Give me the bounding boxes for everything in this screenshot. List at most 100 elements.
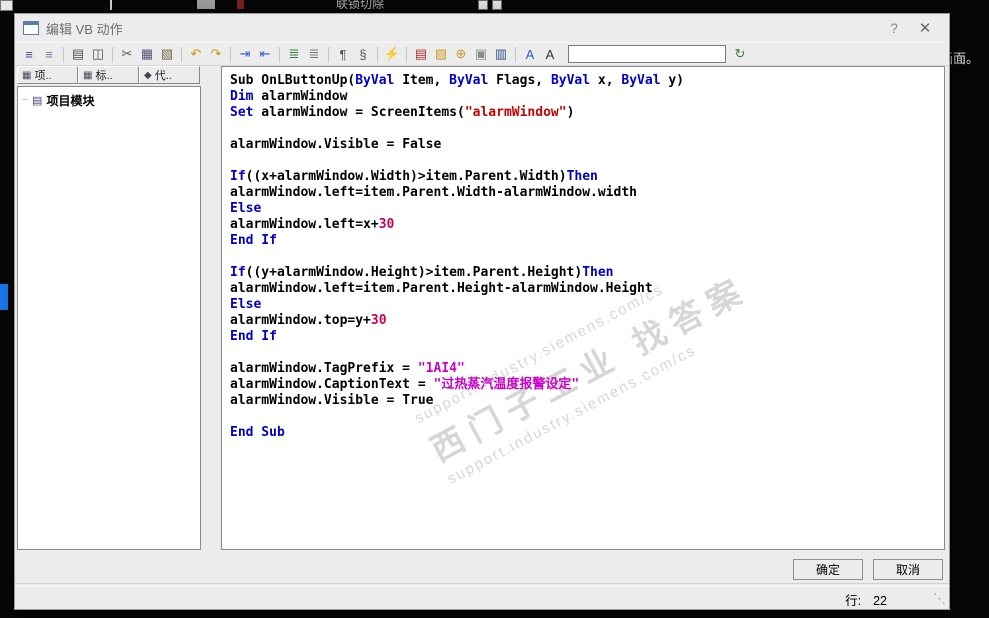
code-line: If((x+alarmWindow.Width)>item.Parent.Wid… [230,169,944,185]
text-wave-blue-icon[interactable]: A [521,45,539,63]
syntax-check-icon[interactable]: ⚡ [383,45,401,63]
library-book-icon[interactable]: ▥ [492,45,510,63]
left-tab-1[interactable]: ▦ 标.. [78,66,139,84]
resize-grip[interactable]: ⋱ [933,591,946,607]
text-wave-icon[interactable]: A [541,45,559,63]
status-separator [15,583,949,587]
format-list-icon[interactable]: ≡ [20,45,38,63]
code-token: ((x+alarmWindow.Width)>item.Parent.Width… [245,169,567,184]
module-icon: ▤ [32,95,43,107]
folder-icon[interactable]: ▨ [432,45,450,63]
code-token: ) [566,105,575,120]
code-token: x, [590,73,622,88]
code-token: alarmWindow [253,89,348,104]
title-bar[interactable]: 编辑 VB 动作 ? ✕ [15,14,949,42]
code-token: ByVal [449,73,489,88]
redo-icon[interactable]: ↷ [207,45,225,63]
ok-button[interactable]: 确定 [793,559,863,580]
toolbar-icons: ≡ ≡ ▤ ◫ ✂ ▦ ▧ ↶ ↷ ⇥ ⇤ ≣ ≣ ¶ § ⚡ ▤ ▨ ⊕ ▣ ▥ A A [19,45,560,63]
special-chars-icon[interactable]: § [354,45,372,63]
code-line: Else [230,297,944,313]
code-token: Then [566,169,598,184]
code-token: Set [230,105,254,120]
background-fragment-box [197,0,215,9]
toolbar: ≡ ≡ ▤ ◫ ✂ ▦ ▧ ↶ ↷ ⇥ ⇤ ≣ ≣ ¶ § ⚡ ▤ ▨ ⊕ ▣ ▥ A A ↻ [15,42,949,66]
code-line: alarmWindow.CaptionText = "过热蒸汽温度报警设定" [230,377,944,393]
code-token: alarmWindow.Visible = [230,393,403,408]
code-area[interactable]: Sub OnLButtonUp(ByVal Item, ByVal Flags,… [222,67,944,441]
code-editor[interactable]: support.industry.siemens.com/cs 西门子工业 找答… [221,66,945,550]
code-line: alarmWindow.TagPrefix = "1AI4" [230,361,944,377]
code-token: 30 [378,217,395,232]
tree-item-label: 项目模块 [46,94,95,108]
toolbar-separator [181,46,182,62]
paste-icon[interactable]: ▧ [158,45,176,63]
tree-item-project-modules[interactable]: ┈ ▤ 项目模块 [18,87,200,109]
snapshot-icon[interactable]: ▣ [472,45,490,63]
code-line: Else [230,201,944,217]
code-token: Then [582,265,614,280]
status-line-value: 22 [873,594,887,608]
indent-increase-icon[interactable]: ⇥ [236,45,254,63]
refresh-clock-icon[interactable]: ↻ [731,45,749,63]
toolbar-separator [230,46,231,62]
code-line: alarmWindow.left=item.Parent.Height-alar… [230,281,944,297]
cut-icon[interactable]: ✂ [118,45,136,63]
comment-block-icon[interactable]: ≣ [285,45,303,63]
code-token: If [230,265,246,280]
code-token: If [230,169,246,184]
background-window-icon [0,0,13,11]
code-token: alarmWindow.CaptionText = [230,377,434,392]
help-button[interactable]: ? [879,20,909,36]
close-button[interactable]: ✕ [909,19,941,37]
code-token: End If [230,329,277,344]
undo-icon[interactable]: ↶ [187,45,205,63]
toolbar-trailing-icon-slot: ↻ [730,45,750,63]
code-line: alarmWindow.Visible = False [230,137,944,153]
copy-icon[interactable]: ▦ [138,45,156,63]
format-list-colored-icon[interactable]: ≡ [40,45,58,63]
background-blue-strip [0,284,8,310]
uncomment-block-icon[interactable]: ≣ [305,45,323,63]
cancel-button[interactable]: 取消 [873,559,943,580]
status-line-indicator: 行: 22 [845,590,887,609]
code-token: Dim [230,89,254,104]
left-tab-icon: ▦ [22,69,32,81]
code-line: alarmWindow.Visible = True [230,393,944,409]
code-token: True [402,393,434,408]
toolbar-separator [328,46,329,62]
project-tree-panel[interactable]: ┈ ▤ 项目模块 [17,86,201,550]
left-tab-2[interactable]: ◆ 代.. [139,66,200,84]
add-object-icon[interactable]: ⊕ [452,45,470,63]
code-token: "alarmWindow" [464,105,567,120]
code-token: ((y+alarmWindow.Height)>item.Parent.Heig… [245,265,583,280]
paragraph-marks-icon[interactable]: ¶ [334,45,352,63]
indent-decrease-icon[interactable]: ⇤ [256,45,274,63]
script-book-icon[interactable]: ▤ [412,45,430,63]
code-token: alarmWindow.Visible = [230,137,403,152]
left-tab-label: 代.. [154,70,172,82]
toolbar-separator [377,46,378,62]
left-tab-icon: ▦ [83,69,93,81]
code-token: Else [230,297,262,312]
code-token: alarmWindow.left=x+ [230,217,379,232]
code-token: alarmWindow.left=item.Parent.Height-alar… [230,281,653,296]
toolbar-separator [515,46,516,62]
toolbar-separator [112,46,113,62]
code-line: alarmWindow.left=x+30 [230,217,944,233]
toolbar-separator [406,46,407,62]
print-icon[interactable]: ▤ [69,45,87,63]
code-line: End If [230,233,944,249]
code-line: alarmWindow.left=item.Parent.Width-alarm… [230,185,944,201]
code-token: Flags, [488,73,551,88]
code-token: y) [660,73,685,88]
toolbar-search-input[interactable] [568,45,726,63]
print-preview-icon[interactable]: ◫ [89,45,107,63]
left-tab-0[interactable]: ▦ 项.. [17,66,78,84]
status-line-label: 行: [845,594,862,608]
edit-vb-action-dialog: 编辑 VB 动作 ? ✕ ≡ ≡ ▤ ◫ ✂ ▦ ▧ ↶ ↷ ⇥ ⇤ ≣ ≣ ¶ § ⚡ ▤ ▨ ⊕ ▣ ▥ A A ↻ ▦… [14,13,950,610]
